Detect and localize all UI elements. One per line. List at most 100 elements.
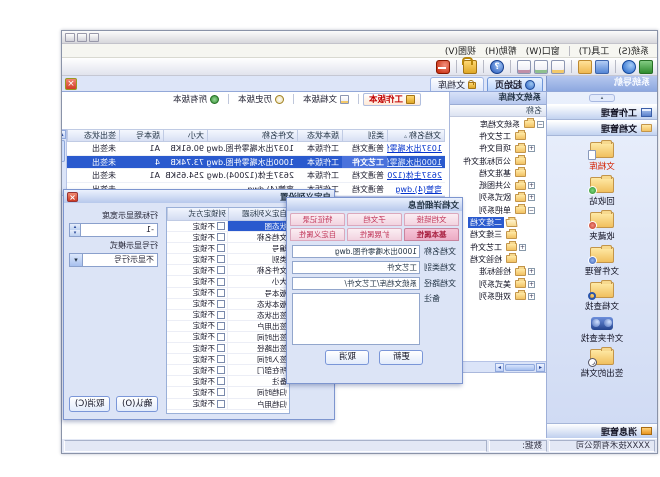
expand-icon[interactable]	[528, 293, 535, 300]
dialog-title-bar[interactable]: 文档详细信息	[287, 198, 462, 211]
confirm-button[interactable]: 确认(O)	[117, 396, 159, 412]
column-header-checkout-status[interactable]: 签出状态	[67, 129, 119, 142]
tab-sub-documents[interactable]: 子文档	[347, 213, 402, 226]
expand-icon[interactable]	[528, 145, 535, 152]
tab-doc-links[interactable]: 文档链接	[404, 213, 459, 226]
spin-down-icon[interactable]	[70, 230, 80, 236]
tree-node[interactable]: 三维文档	[450, 229, 546, 241]
grid-row[interactable]: 备注不锁定	[167, 376, 289, 387]
doc-copy-icon[interactable]	[551, 60, 565, 74]
globe-icon[interactable]	[622, 60, 636, 74]
expand-icon[interactable]	[528, 268, 535, 275]
tree-node[interactable]: 工艺文件	[450, 241, 546, 253]
grid-row[interactable]: 所在部门不锁定	[167, 365, 289, 376]
menu-system[interactable]: 系统(S)	[618, 44, 649, 57]
tree-horizontal-scrollbar[interactable]	[450, 361, 546, 372]
update-button[interactable]: 更新	[380, 350, 424, 365]
filter-all-versions[interactable]: 所有版本	[168, 93, 224, 106]
lock-checkbox[interactable]	[217, 311, 225, 319]
expand-icon[interactable]	[528, 182, 535, 189]
grid-row[interactable]: 归档用户不锁定	[167, 399, 289, 410]
column-header-version-status[interactable]: 版本状态	[297, 129, 342, 142]
column-header-file-name[interactable]: 文件名称	[207, 129, 297, 142]
lock-checkbox[interactable]	[217, 355, 225, 363]
menu-tools[interactable]: 工具(T)	[579, 44, 610, 57]
sidebar-item-recycle-bin[interactable]: 回收站	[547, 177, 657, 207]
tab-close-icon[interactable]	[65, 78, 77, 90]
menu-help[interactable]: 帮助(H)	[485, 44, 517, 57]
expand-icon[interactable]	[528, 194, 535, 201]
tree-node[interactable]: 基准文档	[450, 167, 546, 179]
grid-row[interactable]: 版本状态不锁定	[167, 299, 289, 310]
tree-node[interactable]: 工艺文件	[450, 130, 546, 142]
sidebar-group-work[interactable]: 工作管理	[547, 104, 657, 120]
tree-node[interactable]: 系统文档库	[450, 118, 546, 130]
lock-checkbox[interactable]	[217, 377, 225, 385]
menu-window[interactable]: 窗口(W)	[526, 44, 560, 57]
help-icon[interactable]	[490, 60, 504, 74]
tree-node[interactable]: 双把系列	[450, 290, 546, 302]
tab-custom-properties[interactable]: 自定义属性	[290, 228, 345, 241]
lock-checkbox[interactable]	[217, 400, 225, 408]
filter-document-version[interactable]: 文档版本	[298, 93, 354, 106]
filter-working-version[interactable]: 工作版本	[363, 93, 421, 106]
grid-row-selected[interactable]: 状态图不锁定	[167, 221, 289, 232]
grid-row[interactable]: 版本号不锁定	[167, 288, 289, 299]
grid-row[interactable]: 签入时间不锁定	[167, 354, 289, 365]
row-number-mode-select[interactable]: 不显示行号	[69, 253, 158, 267]
doc-path-field[interactable]: 系统文档库/工艺文件/	[292, 277, 420, 290]
grid-row[interactable]: 文件名称不锁定	[167, 265, 289, 276]
scroll-thumb[interactable]	[505, 364, 535, 371]
lock-checkbox[interactable]	[217, 333, 225, 341]
grid-row[interactable]: 签出用户不锁定	[167, 321, 289, 332]
doc-name-link[interactable]: 1000出水嘴零件图.dwg	[387, 156, 445, 169]
doc-category-field[interactable]: 工艺文件	[292, 261, 420, 274]
grid-row[interactable]: 文档名称不锁定	[167, 232, 289, 243]
lock-checkbox[interactable]	[217, 344, 225, 352]
tree-node[interactable]: 公共图纸	[450, 179, 546, 191]
grid-row[interactable]: 签出路径不锁定	[167, 343, 289, 354]
sidebar-group-document[interactable]: 文档管理	[547, 120, 657, 136]
folder-icon[interactable]	[578, 60, 592, 74]
note-textarea[interactable]	[292, 293, 420, 345]
cancel-button[interactable]: 取消(C)	[69, 396, 111, 412]
table-vertical-scrollbar[interactable]	[62, 129, 67, 196]
sidebar-item-file-management[interactable]: 文件管理	[547, 247, 657, 277]
tab-feature-records[interactable]: 特征记录	[290, 213, 345, 226]
lock-checkbox[interactable]	[217, 278, 225, 286]
grid-row[interactable]: 归档时间不锁定	[167, 387, 289, 398]
menu-view[interactable]: 视图(V)	[445, 44, 476, 57]
lock-checkbox[interactable]	[217, 322, 225, 330]
tab-start-page[interactable]: 起始页	[487, 77, 543, 91]
sidebar-item-favorites[interactable]: 收藏夹	[547, 212, 657, 242]
scroll-thumb[interactable]	[62, 140, 66, 162]
collapse-icon[interactable]	[528, 207, 535, 214]
lock-icon[interactable]	[463, 60, 477, 74]
tree-node[interactable]: 单把系列	[450, 204, 546, 216]
doc-new-icon[interactable]	[517, 60, 531, 74]
scroll-right-icon[interactable]	[495, 363, 504, 372]
sidebar-item-doc-library[interactable]: 文档库	[547, 142, 657, 172]
column-header-version[interactable]: 版本号	[119, 129, 163, 142]
tree-node[interactable]: 项目文件	[450, 143, 546, 155]
lock-checkbox[interactable]	[217, 255, 225, 263]
table-row-selected[interactable]: 1000出水嘴零件图.dwg 工艺文件 工作版本 1000出水嘴零件图.dwg …	[67, 156, 445, 170]
table-row[interactable]: 2637主体(12004).dwg 普通文档 工作版本 2637主体(12004…	[67, 169, 445, 183]
sidebar-item-doc-search[interactable]: 文档查找	[547, 282, 657, 312]
collapse-icon[interactable]	[537, 121, 544, 128]
close-button[interactable]	[65, 33, 75, 42]
tree-node[interactable]: 检验标准	[450, 266, 546, 278]
table-row[interactable]: 1037出水嘴零件图.dwg 普通文档 工作版本 1037出水嘴零件图.dwg …	[67, 142, 445, 156]
scroll-left-icon[interactable]	[536, 363, 545, 372]
sidebar-item-folder-search[interactable]: 文件夹查找	[547, 317, 657, 344]
grid-row[interactable]: 签出时间不锁定	[167, 332, 289, 343]
column-header-doc-name[interactable]: 文档名称	[387, 129, 445, 142]
tree-node[interactable]: 美式系列	[450, 278, 546, 290]
lock-checkbox[interactable]	[217, 233, 225, 241]
grid-row[interactable]: 签出状态不锁定	[167, 310, 289, 321]
lock-checkbox[interactable]	[217, 244, 225, 252]
expand-icon[interactable]	[528, 281, 535, 288]
tree-node[interactable]: 公司标准文件	[450, 155, 546, 167]
title-bar[interactable]	[62, 31, 657, 44]
cancel-button[interactable]: 取消	[326, 350, 370, 365]
